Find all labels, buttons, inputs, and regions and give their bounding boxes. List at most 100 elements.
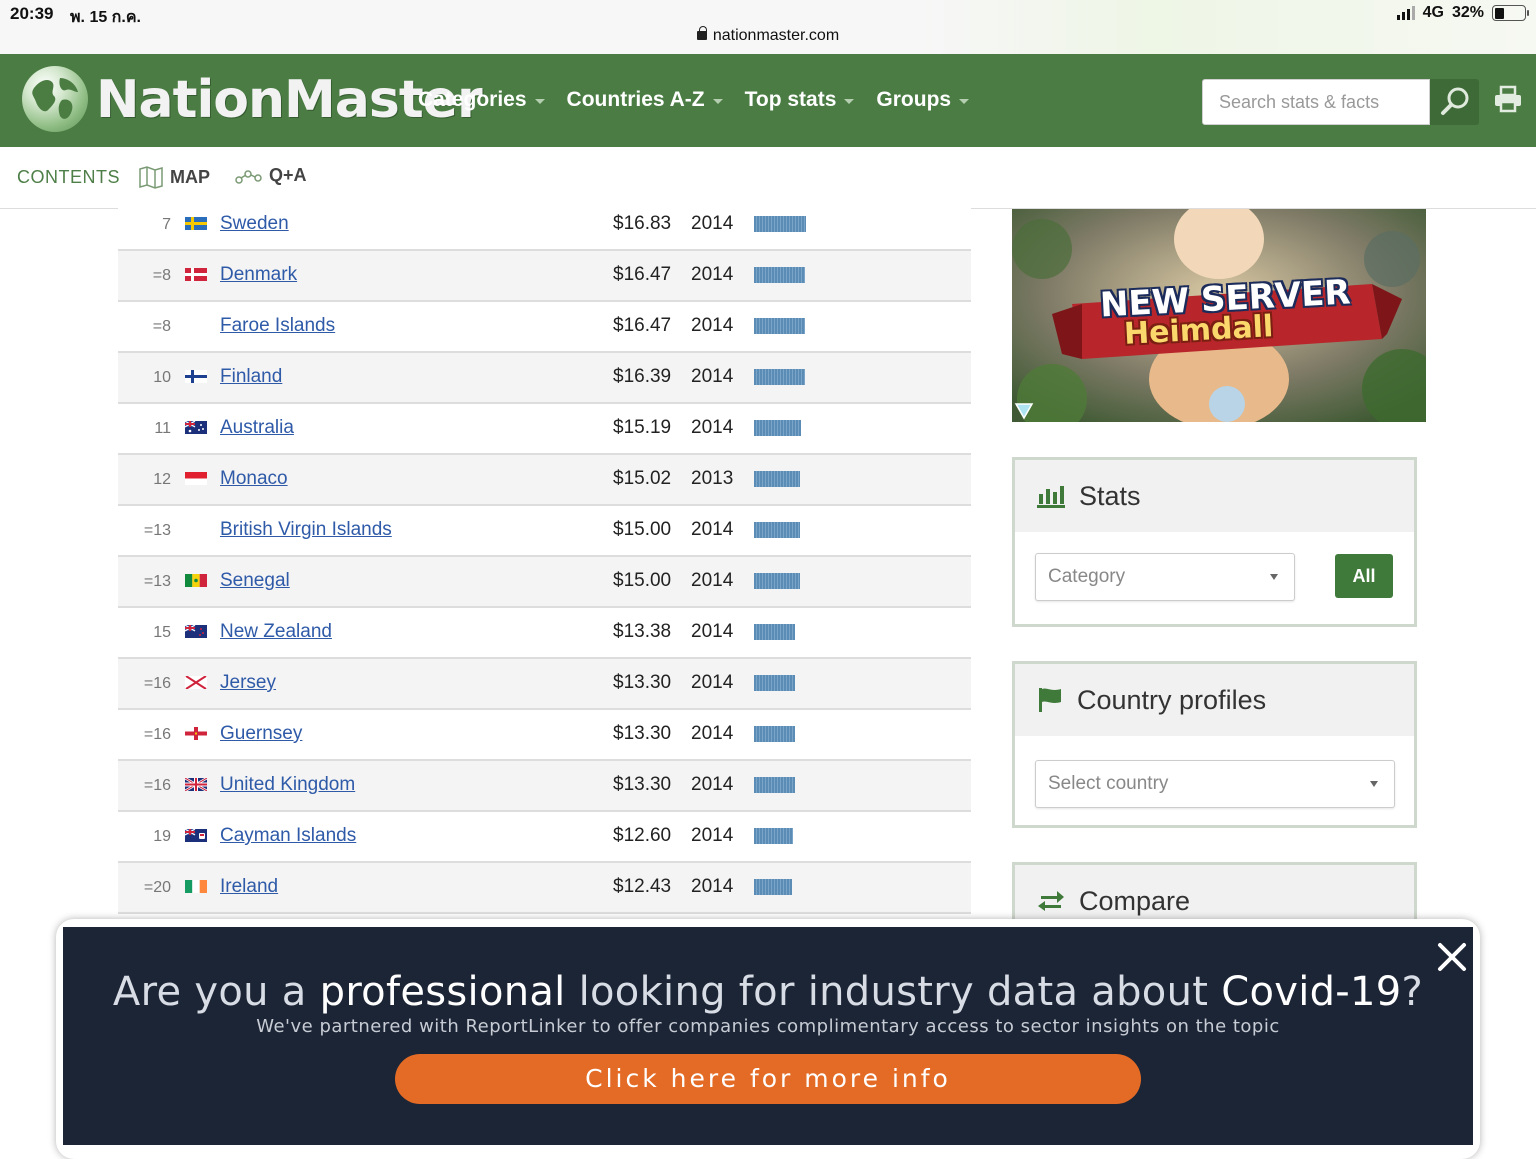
print-icon[interactable] — [1494, 85, 1522, 113]
nav-categories[interactable]: Categories — [418, 88, 545, 112]
rank-cell: =8 — [152, 318, 171, 335]
stats-widget-title: Stats — [1079, 480, 1141, 511]
year-cell: 2014 — [691, 723, 734, 744]
flag-monaco-icon — [185, 472, 207, 485]
rank-cell: =20 — [143, 879, 171, 896]
rank-cell: =8 — [152, 267, 171, 284]
swap-arrows-icon — [1038, 891, 1064, 911]
flag-sweden-icon — [185, 217, 207, 230]
main-nav: Categories Countries A-Z Top stats Group… — [418, 88, 970, 112]
table-row: =20 Ireland $12.43 2014 — [118, 863, 971, 914]
country-link[interactable]: Faroe Islands — [220, 315, 335, 337]
value-cell: $12.60 — [613, 825, 672, 846]
flag-ireland-icon — [185, 880, 207, 893]
country-link[interactable]: Jersey — [220, 672, 276, 694]
banner-subtitle: We've partnered with ReportLinker to off… — [256, 1016, 1280, 1037]
dropdown-arrow-icon — [1370, 781, 1378, 787]
value-bar — [754, 267, 805, 283]
country-link[interactable]: Senegal — [220, 570, 290, 592]
qa-link[interactable]: Q+A — [235, 165, 307, 186]
table-row: =8 Faroe Islands $16.47 2014 — [118, 302, 971, 353]
year-cell: 2014 — [691, 213, 734, 234]
country-select[interactable]: Select country — [1035, 760, 1395, 808]
country-link[interactable]: British Virgin Islands — [220, 519, 392, 541]
flag-jersey-icon — [185, 676, 207, 689]
banner-title-part: looking for industry data about — [565, 969, 1222, 1015]
search-button[interactable] — [1430, 79, 1479, 125]
value-cell: $16.47 — [613, 264, 672, 285]
table-row: =13 British Virgin Islands $15.00 2014 — [118, 506, 971, 557]
banner-title-part: Are you a — [112, 969, 320, 1015]
map-label: MAP — [170, 166, 210, 187]
value-cell: $16.39 — [613, 366, 672, 387]
globe-logo-icon[interactable] — [22, 66, 88, 132]
contents-link[interactable]: CONTENTS — [17, 167, 120, 188]
nav-countries[interactable]: Countries A-Z — [567, 88, 723, 112]
country-link[interactable]: Ireland — [220, 876, 278, 898]
flag-australia-icon — [185, 421, 207, 434]
flag-uk-icon — [185, 778, 207, 791]
search-input[interactable]: Search stats & facts — [1202, 79, 1430, 125]
table-row: =16 Guernsey $13.30 2014 — [118, 710, 971, 761]
rank-cell: 11 — [154, 420, 171, 437]
lock-icon — [696, 26, 707, 40]
profiles-widget-header: Country profiles — [1015, 664, 1414, 736]
ad-choices-icon[interactable] — [1014, 402, 1034, 420]
status-bar: 20:39 พ. 15 ก.ค. 4G 32% nationmaster.com — [0, 0, 1536, 54]
rank-cell: 10 — [153, 369, 171, 386]
country-link[interactable]: United Kingdom — [220, 774, 355, 796]
country-link[interactable]: Monaco — [220, 468, 288, 490]
nav-label: Categories — [418, 88, 527, 111]
map-link[interactable]: MAP — [138, 165, 210, 189]
rank-cell: =16 — [143, 726, 171, 743]
signal-icon — [1396, 6, 1415, 20]
banner-title-part: ? — [1401, 969, 1424, 1015]
value-bar — [754, 777, 796, 793]
year-cell: 2014 — [691, 315, 734, 336]
nav-top-stats[interactable]: Top stats — [745, 88, 855, 112]
country-link[interactable]: New Zealand — [220, 621, 332, 643]
value-bar — [754, 675, 796, 691]
covid-promo-banner: Are you a professional looking for indus… — [56, 919, 1480, 1159]
nav-groups[interactable]: Groups — [876, 88, 970, 112]
chevron-down-icon — [712, 99, 723, 104]
flag-guernsey-icon — [185, 727, 207, 740]
year-cell: 2014 — [691, 621, 734, 642]
value-bar — [754, 624, 796, 640]
year-cell: 2014 — [691, 417, 734, 438]
table-row: 11 Australia $15.19 2014 — [118, 404, 971, 455]
value-bar — [754, 369, 805, 385]
category-select-value: Category — [1048, 566, 1126, 587]
year-cell: 2014 — [691, 672, 734, 693]
table-row: =16 Jersey $13.30 2014 — [118, 659, 971, 710]
country-link[interactable]: Guernsey — [220, 723, 302, 745]
value-cell: $15.00 — [613, 519, 672, 540]
value-bar — [754, 726, 796, 742]
ranking-table: 7 Sweden $16.83 2014 =8 Denmark $16.47 2014 =8 Fa… — [118, 200, 971, 914]
all-button[interactable]: All — [1335, 554, 1393, 598]
flag-senegal-icon — [185, 574, 207, 587]
country-link[interactable]: Denmark — [220, 264, 297, 286]
stats-widget-header: Stats — [1015, 460, 1414, 532]
country-link[interactable]: Sweden — [220, 213, 289, 235]
category-select[interactable]: Category — [1035, 553, 1295, 601]
rank-cell: 12 — [153, 471, 171, 488]
rank-cell: 15 — [153, 624, 171, 641]
value-cell: $16.83 — [613, 213, 672, 234]
value-bar — [754, 573, 801, 589]
table-row: =8 Denmark $16.47 2014 — [118, 251, 971, 302]
country-link[interactable]: Australia — [220, 417, 294, 439]
flag-denmark-icon — [185, 268, 207, 281]
stats-widget: Stats Category All — [1012, 457, 1417, 627]
value-bar — [754, 522, 801, 538]
url-text: nationmaster.com — [712, 27, 840, 44]
country-link[interactable]: Cayman Islands — [220, 825, 356, 847]
more-info-button[interactable]: Click here for more info — [395, 1054, 1141, 1104]
advertisement[interactable]: NEW SERVER Heimdall — [1012, 209, 1426, 422]
country-select-value: Select country — [1048, 773, 1169, 794]
year-cell: 2014 — [691, 366, 734, 387]
country-link[interactable]: Finland — [220, 366, 282, 388]
url-bar[interactable]: nationmaster.com — [0, 26, 1536, 45]
battery-icon — [1492, 5, 1529, 21]
close-icon[interactable] — [1434, 939, 1470, 975]
